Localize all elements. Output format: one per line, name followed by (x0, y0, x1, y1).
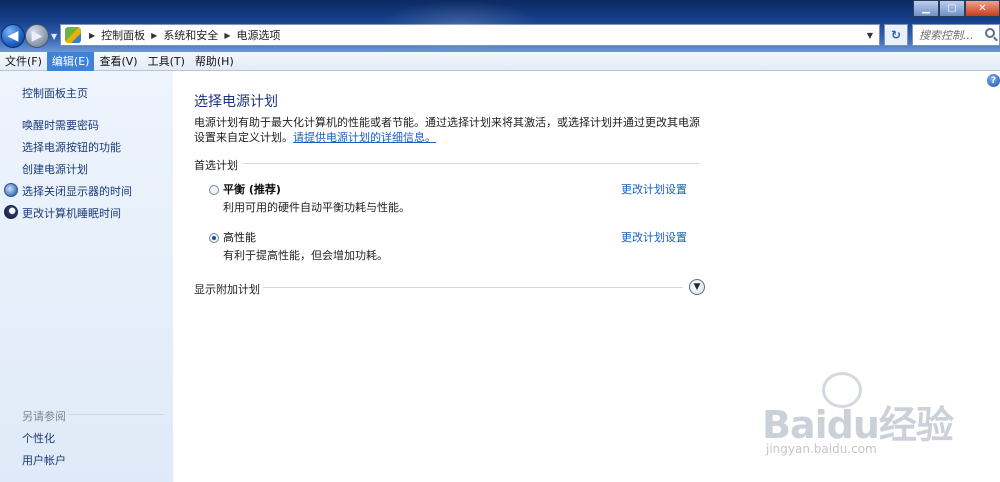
sidebar-item-power-button[interactable]: 选择电源按钮的功能 (22, 139, 121, 155)
plan-high-performance-radio[interactable] (209, 233, 219, 243)
menu-tools[interactable]: 工具(T) (143, 52, 190, 71)
search-icon[interactable] (985, 28, 995, 38)
page-title: 选择电源计划 (194, 94, 278, 110)
menu-bar: 文件(F) 编辑(E) 查看(V) 工具(T) 帮助(H) (0, 51, 1000, 71)
page-description: 电源计划有助于最大化计算机的性能或者节能。通过选择计划来将其激活，或选择计划并通… (194, 115, 704, 145)
breadcrumb-power-options[interactable]: 电源选项 (236, 27, 280, 43)
address-dropdown-icon[interactable]: ▼ (863, 28, 877, 42)
control-panel-icon (65, 27, 81, 43)
breadcrumb-separator-icon[interactable]: ▶ (89, 31, 95, 40)
watermark-url: jingyan.baidu.com (766, 442, 877, 456)
see-also-heading: 另请参阅 (22, 410, 66, 423)
watermark-logo: Baidu经验 jingyan.baidu.com (762, 372, 992, 466)
address-bar[interactable]: ▶ 控制面板 ▶ 系统和安全 ▶ 电源选项 ▼ (60, 24, 880, 46)
breadcrumb-control-panel[interactable]: 控制面板 (101, 27, 145, 43)
show-additional-plans-label[interactable]: 显示附加计划 (194, 281, 260, 297)
sidebar-item-user-accounts[interactable]: 用户帐户 (22, 452, 66, 468)
sidebar-item-wake-password[interactable]: 唤醒时需要密码 (22, 117, 99, 133)
breadcrumb-separator-icon[interactable]: ▶ (151, 31, 157, 40)
sidebar-item-personalize[interactable]: 个性化 (22, 430, 55, 446)
additional-plans-divider (263, 287, 683, 288)
description-text: 电源计划有助于最大化计算机的性能或者节能。通过选择计划来将其激活，或选择计划并通… (194, 116, 700, 144)
sleep-moon-icon (4, 205, 18, 219)
plan-balanced-radio[interactable] (209, 185, 219, 195)
plan-details-link[interactable]: 请提供电源计划的详细信息。 (293, 131, 436, 144)
preferred-plans-divider (243, 163, 700, 164)
close-button[interactable]: ✕ (965, 0, 1000, 17)
menu-view[interactable]: 查看(V) (94, 52, 142, 71)
preferred-plans-label: 首选计划 (194, 159, 238, 172)
plan-balanced-name[interactable]: 平衡 (推荐) (223, 181, 281, 197)
sidebar-item-display-off[interactable]: 选择关闭显示器的时间 (22, 183, 132, 199)
search-placeholder: 搜索控制... (919, 29, 974, 42)
see-also-divider (68, 414, 164, 415)
monitor-icon (4, 183, 18, 197)
plan-balanced-settings-link[interactable]: 更改计划设置 (621, 181, 687, 197)
watermark-text: Baidu经验 (762, 403, 954, 447)
plan-high-performance-settings-link[interactable]: 更改计划设置 (621, 229, 687, 245)
refresh-icon[interactable]: ↻ (884, 24, 908, 46)
sidebar-item-home[interactable]: 控制面板主页 (22, 85, 88, 101)
sidebar: 控制面板主页 唤醒时需要密码 选择电源按钮的功能 创建电源计划 选择关闭显示器的… (0, 71, 173, 482)
title-bar: ▁ ▢ ✕ ◀ ▶ ▼ ▶ 控制面板 ▶ 系统和安全 ▶ 电源选项 ▼ ↻ 搜索… (0, 0, 1000, 52)
nav-history-dropdown-icon[interactable]: ▼ (51, 32, 59, 41)
maximize-button[interactable]: ▢ (939, 0, 965, 17)
back-arrow-icon[interactable]: ◀ (1, 24, 25, 48)
sidebar-item-sleep-time[interactable]: 更改计算机睡眠时间 (22, 205, 121, 221)
help-icon[interactable]: ? (987, 74, 1000, 87)
search-input[interactable]: 搜索控制... (912, 24, 1000, 46)
menu-file[interactable]: 文件(F) (0, 52, 47, 71)
menu-edit[interactable]: 编辑(E) (46, 51, 95, 71)
chevron-down-icon[interactable]: ▼ (689, 279, 705, 295)
menu-help[interactable]: 帮助(H) (190, 52, 239, 71)
minimize-button[interactable]: ▁ (913, 0, 939, 17)
plan-balanced-desc: 利用可用的硬件自动平衡功耗与性能。 (223, 201, 410, 214)
breadcrumb-separator-icon[interactable]: ▶ (224, 31, 230, 40)
breadcrumb-system-security[interactable]: 系统和安全 (163, 27, 218, 43)
plan-high-performance-desc: 有利于提高性能，但会增加功耗。 (223, 249, 388, 262)
sidebar-item-create-plan[interactable]: 创建电源计划 (22, 161, 88, 177)
forward-arrow-icon[interactable]: ▶ (25, 24, 49, 48)
plan-high-performance-name[interactable]: 高性能 (223, 229, 256, 245)
